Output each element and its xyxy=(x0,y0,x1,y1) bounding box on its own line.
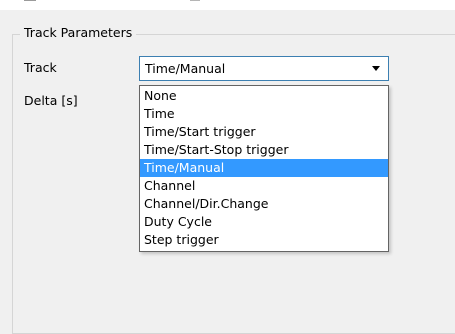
track-label: Track xyxy=(24,60,57,75)
dropdown-option-time-manual[interactable]: Time/Manual xyxy=(140,159,388,177)
dropdown-option-channel-dir-change[interactable]: Channel/Dir.Change xyxy=(140,195,388,213)
dropdown-option-duty-cycle[interactable]: Duty Cycle xyxy=(140,213,388,231)
dropdown-option-step-trigger[interactable]: Step trigger xyxy=(140,231,388,249)
previous-section-edge xyxy=(0,0,455,10)
dropdown-option-none[interactable]: None xyxy=(140,87,388,105)
track-combobox-value: Time/Manual xyxy=(145,61,226,76)
delta-label: Delta [s] xyxy=(24,93,78,108)
dropdown-option-time-start-stop-trigger[interactable]: Time/Start-Stop trigger xyxy=(140,141,388,159)
dropdown-option-time-start-trigger[interactable]: Time/Start trigger xyxy=(140,123,388,141)
track-combobox[interactable]: Time/Manual xyxy=(139,56,389,81)
dropdown-option-time[interactable]: Time xyxy=(140,105,388,123)
clipped-element xyxy=(24,0,36,1)
dropdown-option-channel[interactable]: Channel xyxy=(140,177,388,195)
chevron-down-icon[interactable] xyxy=(372,66,380,71)
clipped-element xyxy=(190,0,200,1)
track-dropdown-list: None Time Time/Start trigger Time/Start-… xyxy=(139,85,389,252)
group-title: Track Parameters xyxy=(20,24,137,42)
